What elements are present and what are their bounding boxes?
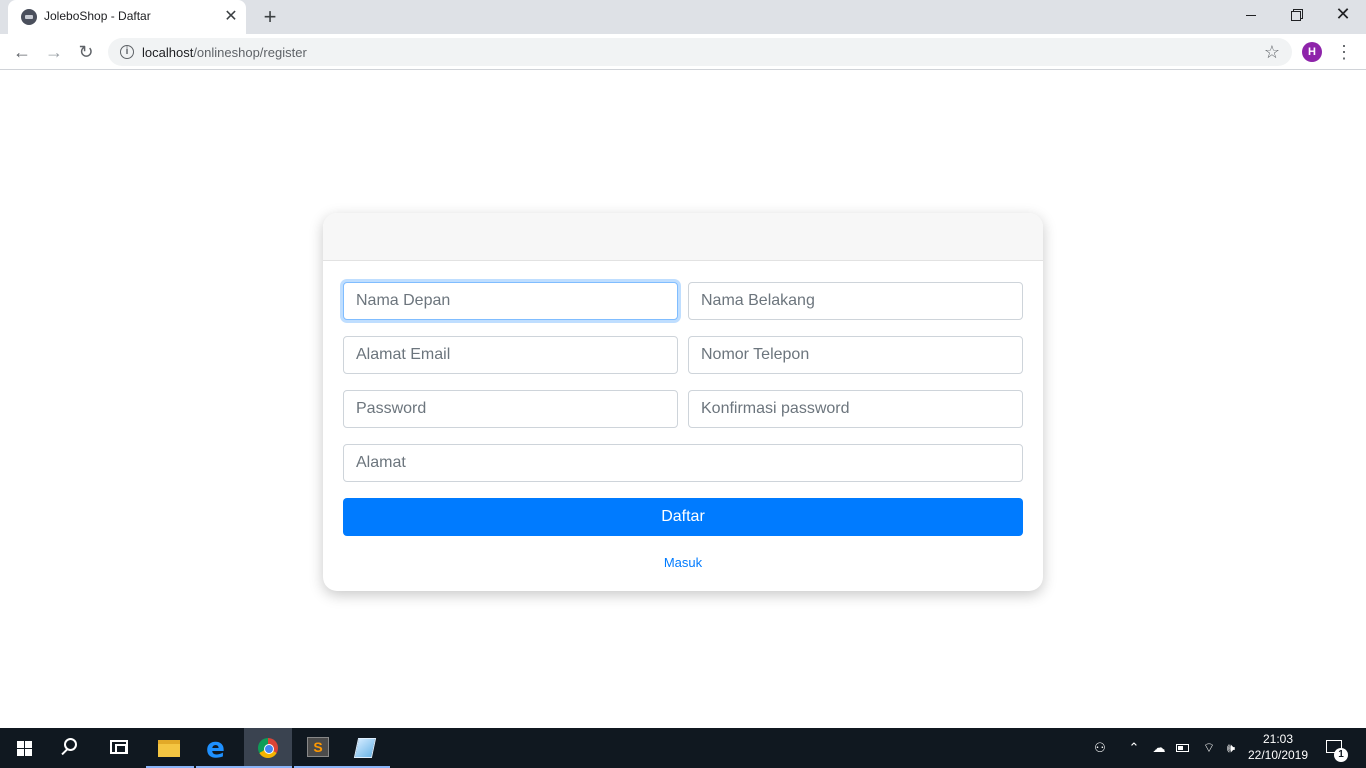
url-path: /onlineshop/register	[193, 45, 307, 60]
page-viewport: Daftar Masuk	[0, 71, 1366, 728]
show-hidden-icons-chevron-icon[interactable]: ⌃	[1126, 728, 1142, 768]
task-view-button[interactable]	[96, 728, 144, 768]
reload-icon[interactable]: ↻	[74, 40, 98, 64]
taskbar: e S ⚇ ⌃ ☁ ⌔ 🕪 21:03 22/10/2019 1	[0, 728, 1366, 768]
wifi-icon[interactable]: ⌔	[1199, 728, 1219, 768]
file-explorer-icon	[158, 740, 180, 757]
battery-icon[interactable]	[1174, 728, 1192, 768]
phone-input[interactable]	[688, 336, 1023, 374]
window-minimize-button[interactable]	[1228, 0, 1274, 30]
confirm-password-input[interactable]	[688, 390, 1023, 428]
windows-logo-icon	[17, 741, 32, 756]
url-host: localhost	[142, 45, 194, 60]
browser-tabstrip: JoleboShop - Daftar ✕ + ✕	[0, 0, 1366, 34]
notification-count-badge: 1	[1334, 748, 1348, 762]
taskbar-sublime[interactable]: S	[294, 728, 342, 768]
register-card: Daftar Masuk	[323, 213, 1043, 591]
profile-avatar[interactable]: H	[1302, 42, 1322, 62]
sublime-text-icon: S	[307, 737, 329, 757]
name-row	[343, 282, 1023, 320]
chrome-icon	[258, 738, 278, 758]
site-favicon-icon	[21, 9, 37, 25]
site-info-icon[interactable]: i	[120, 45, 134, 59]
browser-menu-icon[interactable]: ⋮	[1334, 41, 1354, 63]
back-arrow-icon[interactable]: ←	[10, 40, 34, 64]
login-link[interactable]: Masuk	[343, 555, 1023, 570]
address-row	[343, 444, 1023, 482]
onedrive-cloud-icon[interactable]: ☁	[1149, 728, 1169, 768]
taskbar-notepad[interactable]	[342, 728, 390, 768]
browser-tab[interactable]: JoleboShop - Daftar ✕	[8, 0, 246, 34]
taskbar-search-button[interactable]	[48, 728, 96, 768]
forward-arrow-icon[interactable]: →	[42, 40, 66, 64]
taskbar-chrome[interactable]	[244, 728, 292, 768]
address-input[interactable]	[343, 444, 1023, 482]
password-input[interactable]	[343, 390, 678, 428]
last-name-input[interactable]	[688, 282, 1023, 320]
start-button[interactable]	[0, 728, 48, 768]
register-form: Daftar Masuk	[323, 261, 1043, 570]
people-icon[interactable]: ⚇	[1090, 728, 1110, 768]
taskbar-clock[interactable]: 21:03 22/10/2019	[1244, 731, 1312, 763]
taskbar-edge[interactable]: e	[196, 728, 244, 768]
bookmark-star-icon[interactable]: ☆	[1264, 41, 1280, 63]
window-restore-button[interactable]	[1274, 0, 1320, 30]
url-text[interactable]: localhost/onlineshop/register	[142, 45, 307, 60]
clock-date: 22/10/2019	[1247, 748, 1309, 762]
new-tab-button[interactable]: +	[258, 5, 282, 29]
task-view-icon	[110, 740, 128, 754]
first-name-input[interactable]	[343, 282, 678, 320]
password-row	[343, 390, 1023, 428]
browser-toolbar: ← → ↻ i localhost/onlineshop/register ☆ …	[0, 34, 1366, 70]
tab-close-icon[interactable]: ✕	[222, 8, 240, 26]
volume-icon[interactable]: 🕪	[1221, 728, 1241, 768]
email-input[interactable]	[343, 336, 678, 374]
edge-icon: e	[206, 731, 225, 764]
register-button[interactable]: Daftar	[343, 498, 1023, 536]
card-header	[323, 213, 1043, 261]
clock-time: 21:03	[1262, 732, 1294, 746]
taskbar-file-explorer[interactable]	[146, 728, 194, 768]
notepad-icon	[353, 738, 377, 758]
window-close-button[interactable]: ✕	[1320, 0, 1366, 30]
action-center-button[interactable]: 1	[1322, 728, 1358, 768]
search-icon	[64, 738, 77, 751]
tab-title: JoleboShop - Daftar	[44, 9, 151, 23]
address-bar[interactable]: i localhost/onlineshop/register ☆	[108, 38, 1292, 66]
contact-row	[343, 336, 1023, 374]
